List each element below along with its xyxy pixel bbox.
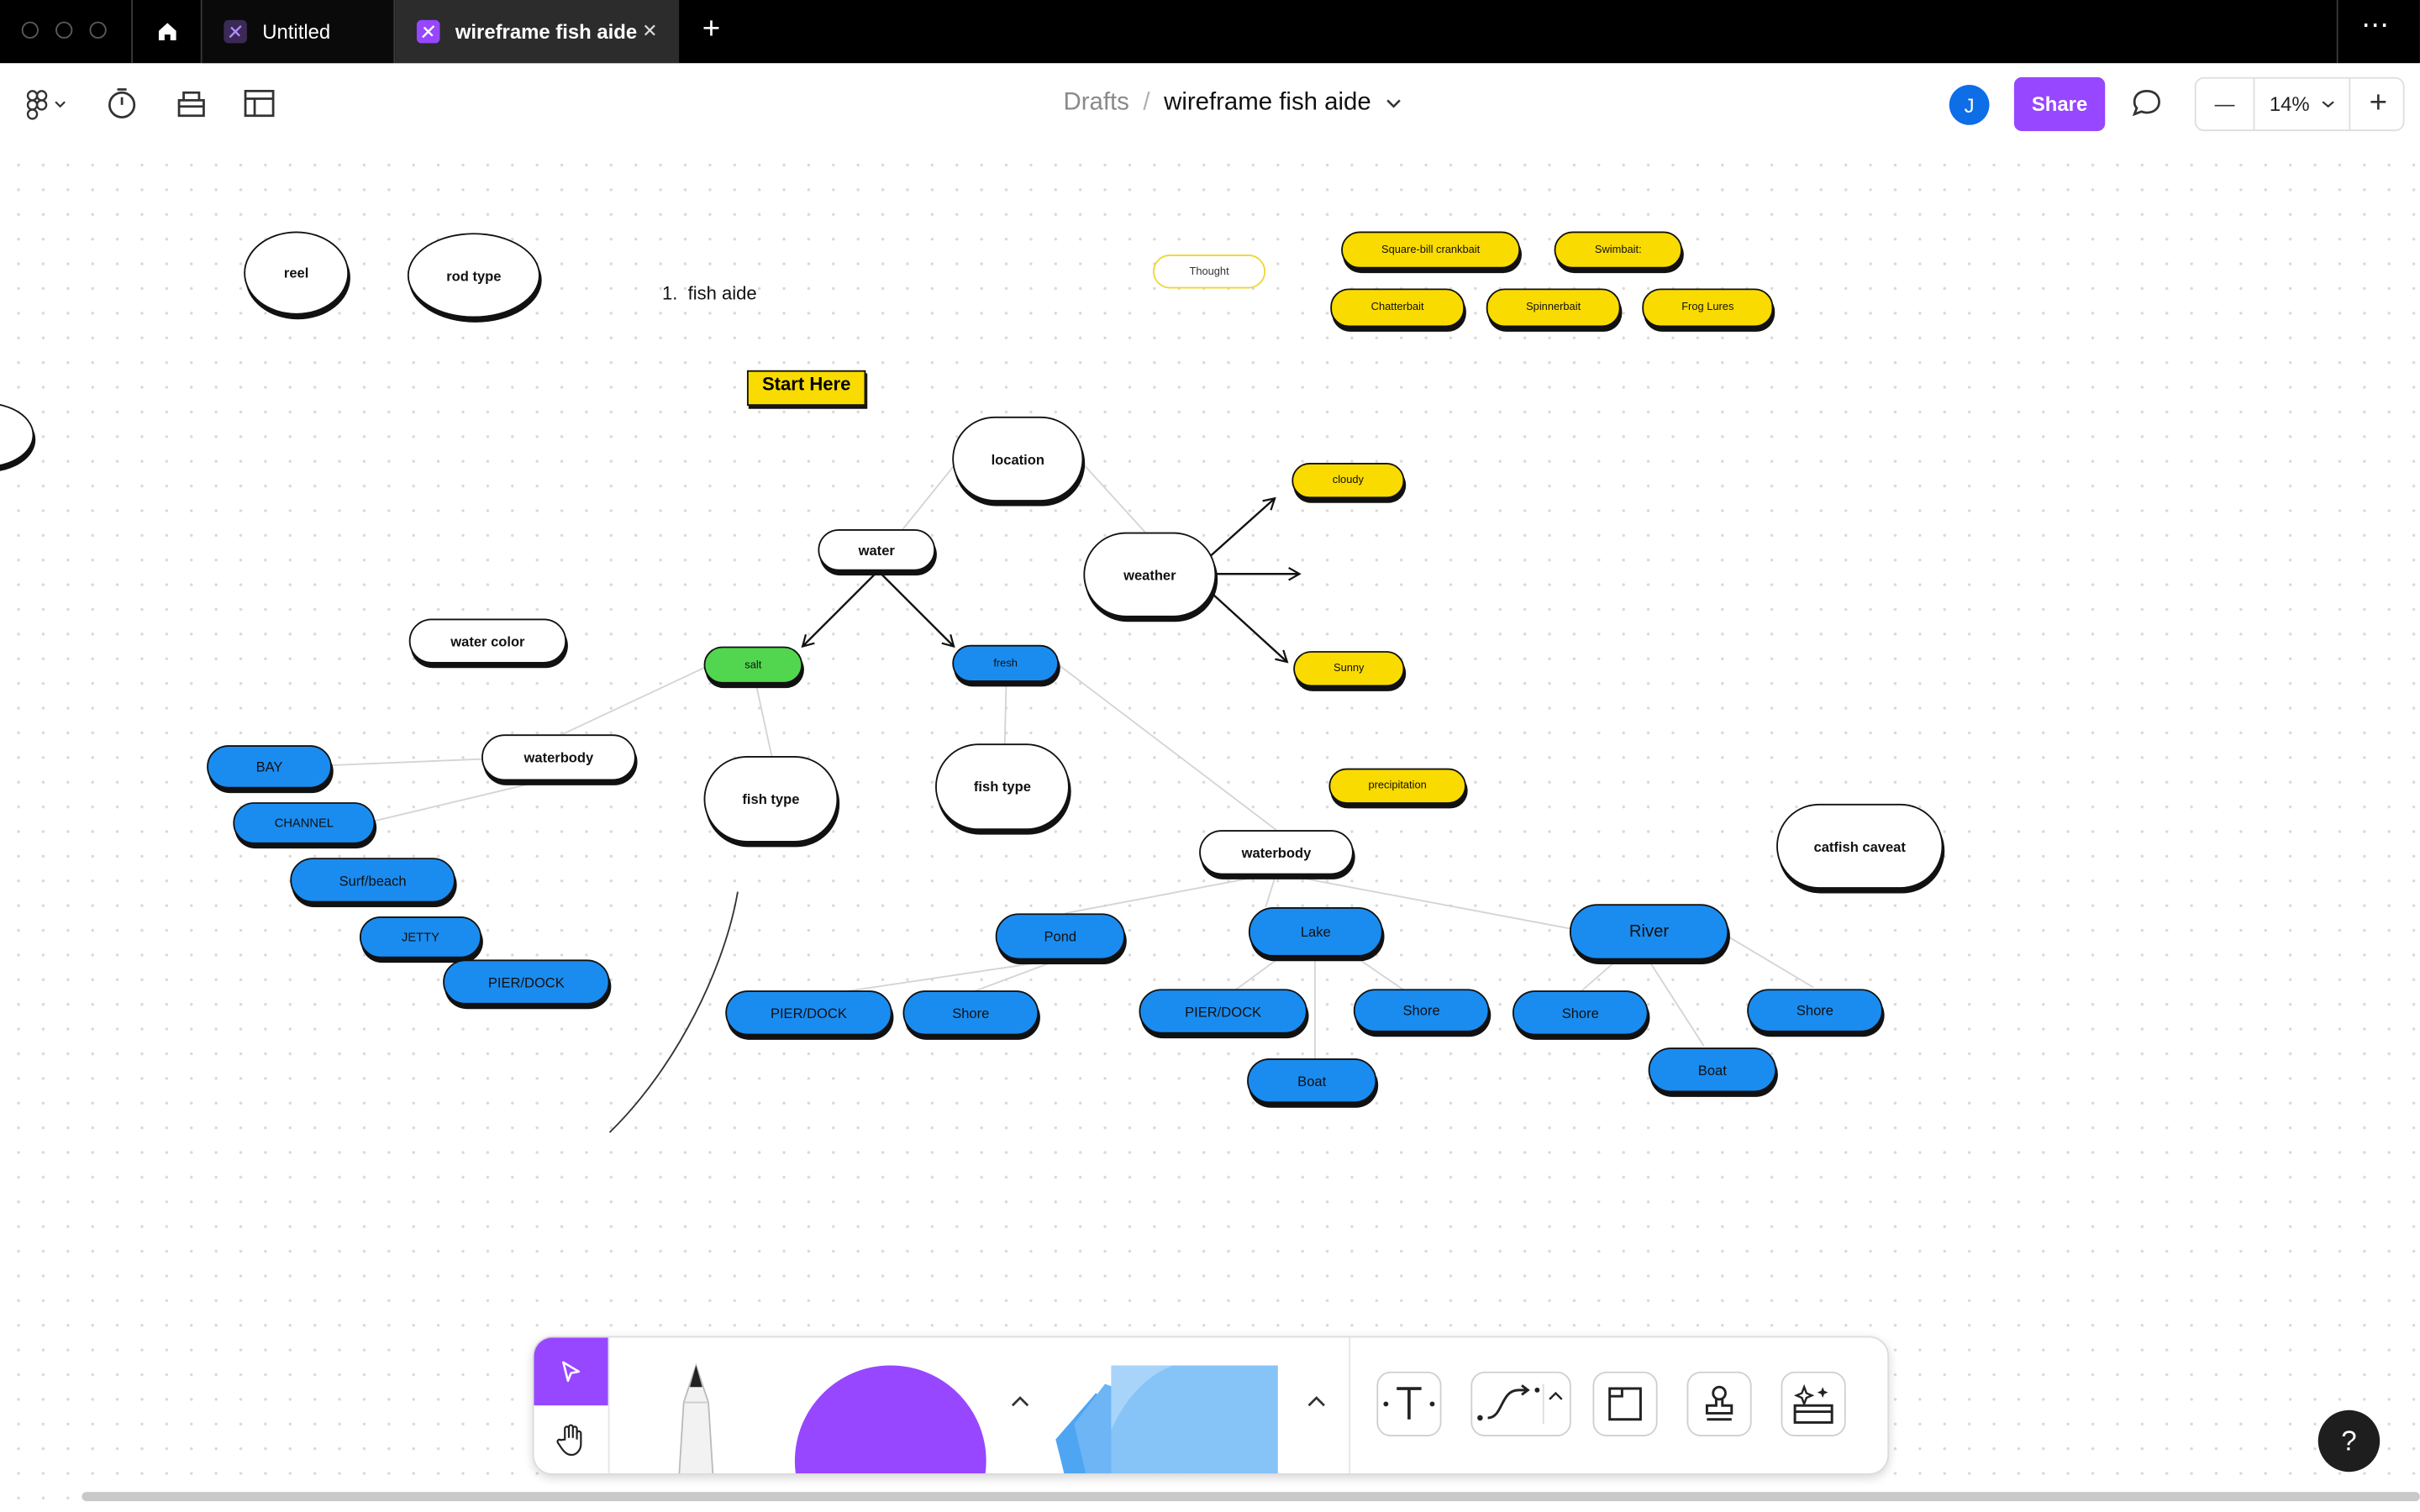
node-surf-beach[interactable]: Surf/beach	[290, 858, 455, 903]
connector-river-shore2[interactable]	[1724, 934, 1814, 989]
node-fresh-fish-type[interactable]: fish type	[935, 743, 1070, 831]
freehand-line[interactable]	[608, 891, 739, 1133]
node-pond-shore[interactable]: Shore	[902, 990, 1039, 1036]
arrow-weather-cloudy[interactable]	[1200, 496, 1276, 566]
node-catfish-caveat[interactable]: catfish caveat	[1776, 803, 1944, 889]
node-lake-pier-dock[interactable]: PIER/DOCK	[1139, 989, 1307, 1034]
arrow-water-fresh[interactable]	[879, 571, 955, 648]
node-channel[interactable]: CHANNEL	[233, 802, 376, 844]
connector-layer	[331, 465, 1814, 1133]
start-here-label[interactable]: Start Here	[746, 370, 866, 407]
node-river-shore-left[interactable]: Shore	[1512, 990, 1649, 1036]
node-rod-type[interactable]: rod type	[407, 233, 540, 318]
connector-lake-shore[interactable]	[1355, 955, 1405, 991]
node-location[interactable]: location	[952, 416, 1084, 501]
node-salt[interactable]: salt	[703, 646, 803, 684]
text-icon	[1383, 1387, 1435, 1420]
node-water[interactable]: water	[818, 528, 936, 571]
connector-salt-waterbody[interactable]	[555, 665, 708, 738]
text-tool-button[interactable]	[1376, 1371, 1442, 1436]
connector-river-shore1[interactable]	[1581, 958, 1618, 991]
node-weather[interactable]: weather	[1083, 532, 1217, 617]
node-pond[interactable]: Pond	[995, 913, 1125, 960]
stamp-tool-button[interactable]	[1686, 1371, 1752, 1436]
connector-waterbody-lake[interactable]	[1265, 873, 1277, 908]
node-lure-spinnerbait[interactable]: Spinnerbait	[1486, 288, 1621, 328]
node-salt-waterbody[interactable]: waterbody	[481, 734, 636, 781]
node-water-color[interactable]: water color	[408, 618, 567, 664]
section-icon	[1608, 1387, 1642, 1421]
node-pond-pier-dock[interactable]: PIER/DOCK	[725, 990, 892, 1036]
connector-waterbody-bay[interactable]	[331, 758, 482, 766]
shape-tool[interactable]	[793, 1362, 987, 1475]
connector-tool-button[interactable]	[1470, 1371, 1571, 1436]
connector-fresh-waterbody[interactable]	[1058, 664, 1277, 831]
chevron-up-icon[interactable]	[1009, 1394, 1031, 1409]
section-tool-button[interactable]	[1592, 1371, 1658, 1436]
more-tools-button[interactable]	[1781, 1371, 1846, 1436]
node-fresh-waterbody[interactable]: waterbody	[1199, 830, 1354, 875]
arrow-weather-sunny[interactable]	[1200, 582, 1289, 664]
node-sunny[interactable]: Sunny	[1293, 651, 1405, 687]
node-cloudy[interactable]: cloudy	[1292, 463, 1405, 499]
connector-icon	[1476, 1383, 1562, 1425]
cursor-arrow-icon	[562, 1361, 581, 1383]
connector-lake-pier[interactable]	[1234, 956, 1282, 991]
node-lure-chatterbait[interactable]: Chatterbait	[1330, 288, 1465, 328]
node-fresh[interactable]: fresh	[952, 644, 1059, 682]
marker-tool[interactable]	[657, 1359, 734, 1475]
creation-dock	[532, 1336, 1890, 1475]
stamp-icon	[1705, 1385, 1733, 1421]
sticky-note-tool[interactable]	[1050, 1362, 1281, 1475]
hand-tool-button[interactable]	[534, 1405, 608, 1474]
chevron-up-icon[interactable]	[1306, 1394, 1328, 1409]
hand-icon	[556, 1424, 582, 1457]
divider	[1349, 1337, 1351, 1474]
numbered-text[interactable]: 1. fish aide	[662, 282, 757, 304]
node-jetty[interactable]: JETTY	[359, 916, 482, 958]
node-precipitation[interactable]: precipitation	[1328, 768, 1466, 804]
node-lure-squarebill[interactable]: Square-bill crankbait	[1341, 231, 1521, 269]
node-lake[interactable]: Lake	[1248, 906, 1383, 957]
node-lure-swimbait[interactable]: Swimbait:	[1554, 231, 1683, 269]
help-button[interactable]: ?	[2317, 1410, 2381, 1473]
connector-location-weather[interactable]	[1084, 465, 1146, 533]
node-river[interactable]: River	[1569, 904, 1729, 960]
connector-pond-pier[interactable]	[840, 958, 1060, 993]
divider	[608, 1337, 610, 1474]
node-lure-frog[interactable]: Frog Lures	[1642, 288, 1774, 328]
connector-pond-shore[interactable]	[971, 958, 1060, 993]
horizontal-scrollbar[interactable]	[82, 1492, 2420, 1502]
node-river-shore-right[interactable]: Shore	[1747, 989, 1883, 1032]
connector-salt-fishtype[interactable]	[755, 685, 773, 757]
node-lake-boat[interactable]: Boat	[1247, 1058, 1377, 1104]
connector-location-water[interactable]	[902, 465, 955, 530]
select-tool-button[interactable]	[534, 1337, 608, 1406]
arrow-water-salt[interactable]	[801, 571, 878, 648]
node-salt-pier-dock[interactable]: PIER/DOCK	[443, 959, 610, 1005]
node-salt-fish-type[interactable]: fish type	[703, 755, 839, 843]
node-bay[interactable]: BAY	[207, 745, 332, 789]
sparkle-toolbox-icon	[1793, 1383, 1833, 1424]
node-river-boat[interactable]: Boat	[1648, 1047, 1777, 1093]
connector-river-boat[interactable]	[1647, 958, 1705, 1047]
connector-waterbody-pond[interactable]	[1065, 872, 1277, 915]
node-reel[interactable]: reel	[244, 231, 350, 315]
node-lake-shore[interactable]: Shore	[1353, 989, 1490, 1032]
connector-fresh-fishtype[interactable]	[1003, 681, 1007, 744]
connector-waterbody-channel[interactable]	[375, 780, 544, 822]
node-thought[interactable]: Thought	[1153, 255, 1266, 289]
